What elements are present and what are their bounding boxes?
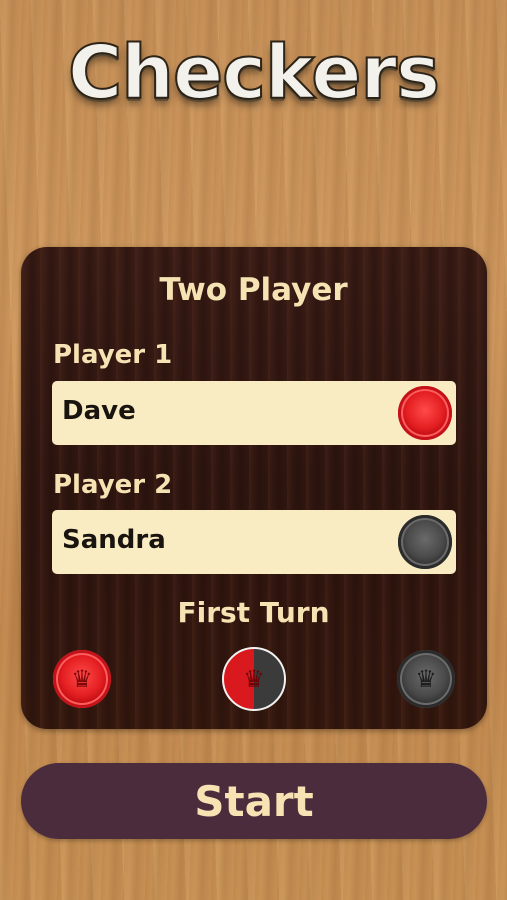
player1-red-piece-icon[interactable] — [398, 386, 452, 440]
start-button[interactable]: Start — [21, 763, 487, 839]
player1-name: Dave — [62, 396, 136, 426]
crown-icon: ♛ — [243, 665, 265, 693]
first-turn-black-option[interactable]: ♛ — [397, 650, 455, 708]
crown-icon: ♛ — [415, 665, 437, 693]
mode-title: Two Player — [159, 272, 348, 308]
player2-black-piece-icon[interactable] — [398, 515, 452, 569]
app-title: Checkers — [67, 29, 441, 117]
first-turn-random-option[interactable]: ♛ — [222, 647, 286, 711]
player2-name: Sandra — [62, 525, 166, 555]
start-button-label: Start — [194, 776, 314, 826]
first-turn-label: First Turn — [177, 596, 330, 629]
crown-icon: ♛ — [71, 665, 93, 693]
player1-label: Player 1 — [53, 340, 173, 370]
player2-label: Player 2 — [53, 470, 173, 500]
player2-field[interactable]: Sandra — [52, 510, 456, 574]
player1-field[interactable]: Dave — [52, 381, 456, 445]
first-turn-red-option[interactable]: ♛ — [53, 650, 111, 708]
